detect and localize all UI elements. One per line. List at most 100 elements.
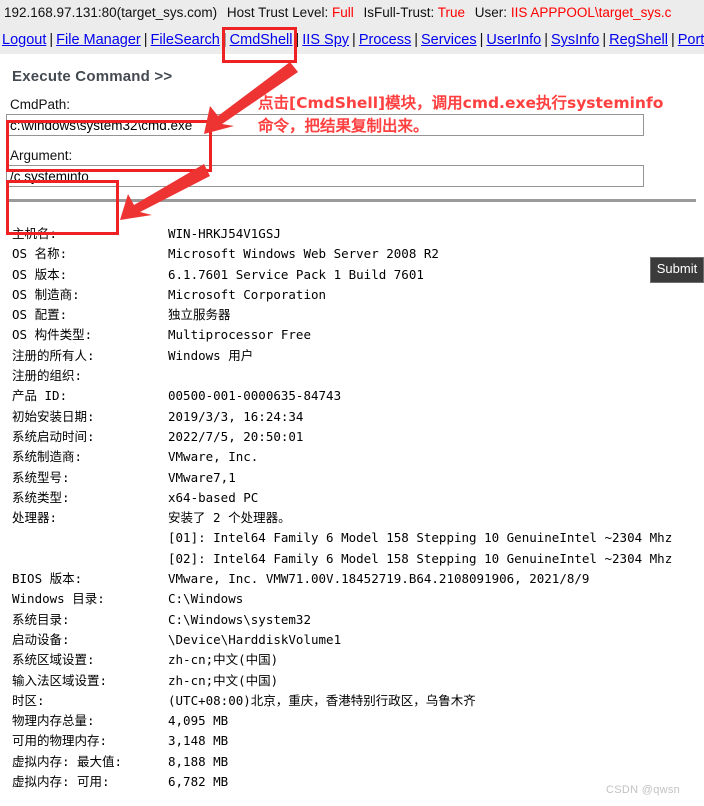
nav-link-cmdshell[interactable]: CmdShell	[230, 32, 293, 48]
status-user-label: User:	[474, 5, 508, 20]
status-user-value: IIS APPPOOL\target_sys.c	[510, 5, 672, 20]
status-trust-level-value: Full	[331, 5, 354, 20]
sysinfo-value: x64-based PC	[168, 489, 259, 505]
sysinfo-key: 系统型号:	[12, 469, 70, 485]
argument-label: Argument:	[10, 148, 73, 163]
page-title: Execute Command >>	[12, 68, 173, 85]
argument-input[interactable]	[6, 165, 644, 187]
nav-separator: |	[479, 32, 484, 48]
sysinfo-row: 主机名: WIN-HRKJ54V1GSJ	[12, 224, 704, 244]
sysinfo-value: VMware, Inc.	[168, 449, 259, 465]
sysinfo-row: 虚拟内存: 最大值: 8,188 MB	[12, 752, 704, 772]
sysinfo-value: C:\Windows	[168, 591, 244, 607]
status-host: 192.168.97.131:80(target_sys.com)	[4, 5, 218, 20]
sysinfo-value: Windows 用户	[168, 347, 254, 363]
sysinfo-value: 6.1.7601 Service Pack 1 Build 7601	[168, 266, 424, 282]
sysinfo-value: (UTC+08:00)北京，重庆，香港特别行政区，乌鲁木齐	[168, 692, 476, 708]
sysinfo-row: 系统区域设置: zh-cn;中文(中国)	[12, 650, 704, 670]
sysinfo-row: 系统目录: C:\Windows\system32	[12, 610, 704, 630]
sysinfo-row: 系统启动时间: 2022/7/5, 20:50:01	[12, 427, 704, 447]
sysinfo-key: 系统类型:	[12, 489, 70, 505]
sysinfo-value: 00500-001-0000635-84743	[168, 388, 342, 404]
nav-separator: |	[49, 32, 54, 48]
nav-link-services[interactable]: Services	[421, 32, 477, 48]
sysinfo-key: OS 名称:	[12, 246, 68, 262]
sysinfo-key: OS 版本:	[12, 266, 68, 282]
sysinfo-key: 可用的物理内存:	[12, 733, 108, 749]
nav-link-ports[interactable]: PortS	[678, 32, 704, 48]
nav-separator: |	[295, 32, 300, 48]
nav-link-regshell[interactable]: RegShell	[609, 32, 668, 48]
nav-link-sysinfo[interactable]: SysInfo	[551, 32, 599, 48]
nav-link-file-manager[interactable]: File Manager	[56, 32, 141, 48]
sysinfo-key: 系统目录:	[12, 611, 70, 627]
nav-separator: |	[602, 32, 607, 48]
sysinfo-row: 注册的所有人: Windows 用户	[12, 346, 704, 366]
sysinfo-row: BIOS 版本: VMware, Inc. VMW71.00V.18452719.…	[12, 569, 704, 589]
nav-link-process[interactable]: Process	[359, 32, 411, 48]
sysinfo-value: 6,782 MB	[168, 774, 229, 790]
sysinfo-key: 主机名:	[12, 226, 58, 241]
sysinfo-value: 3,148 MB	[168, 733, 229, 749]
sysinfo-row: 系统制造商: VMware, Inc.	[12, 447, 704, 467]
sysinfo-key: BIOS 版本:	[12, 571, 83, 587]
sysinfo-value: 4,095 MB	[168, 713, 229, 729]
cmdpath-field-row: CmdPath:	[6, 97, 704, 136]
main-navigation: Logout | File Manager | FileSearch | CmdShell |…	[0, 26, 704, 54]
sysinfo-key: 虚拟内存: 最大值:	[12, 753, 123, 769]
sysinfo-key: OS 配置:	[12, 307, 68, 323]
sysinfo-key: 启动设备:	[12, 631, 70, 647]
sysinfo-value: C:\Windows\system32	[168, 611, 311, 627]
sysinfo-key: 虚拟内存: 可用:	[12, 774, 110, 790]
sysinfo-value: \Device\HarddiskVolume1	[168, 631, 342, 647]
sysinfo-row: 虚拟内存: 可用: 6,782 MB	[12, 772, 704, 792]
sysinfo-key: 输入法区域设置:	[12, 672, 108, 688]
sysinfo-key: 系统制造商:	[12, 449, 83, 465]
sysinfo-value: WIN-HRKJ54V1GSJ	[168, 226, 281, 241]
sysinfo-row: 输入法区域设置: zh-cn;中文(中国)	[12, 671, 704, 691]
sysinfo-value: 2019/3/3, 16:24:34	[168, 408, 304, 424]
watermark: CSDN @qwsn	[606, 784, 681, 796]
nav-link-filesearch[interactable]: FileSearch	[151, 32, 220, 48]
sysinfo-row: 系统类型: x64-based PC	[12, 488, 704, 508]
cmdpath-label: CmdPath:	[10, 97, 71, 112]
sysinfo-value: 2022/7/5, 20:50:01	[168, 428, 304, 444]
systeminfo-output: 主机名: WIN-HRKJ54V1GSJ OS 名称: Microsoft Windo…	[0, 202, 704, 792]
sysinfo-row: OS 名称: Microsoft Windows Web Server 2008 …	[12, 244, 704, 264]
sysinfo-value: zh-cn;中文(中国)	[168, 652, 279, 668]
sysinfo-key: 产品 ID:	[12, 388, 68, 404]
sysinfo-row: 注册的组织:	[12, 366, 704, 386]
nav-separator: |	[143, 32, 148, 48]
sysinfo-row: 启动设备: \Device\HarddiskVolume1	[12, 630, 704, 650]
sysinfo-row: OS 制造商: Microsoft Corporation	[12, 285, 704, 305]
sysinfo-value: 安装了 2 个处理器。	[168, 510, 291, 526]
nav-link-userinfo[interactable]: UserInfo	[486, 32, 541, 48]
sysinfo-key: Windows 目录:	[12, 591, 105, 607]
sysinfo-value: [01]: Intel64 Family 6 Model 158 Steppin…	[168, 530, 673, 546]
sysinfo-row: OS 配置: 独立服务器	[12, 305, 704, 325]
sysinfo-row: 时区: (UTC+08:00)北京，重庆，香港特别行政区，乌鲁木齐	[12, 691, 704, 711]
sysinfo-value: VMware, Inc. VMW71.00V.18452719.B64.2108…	[168, 571, 590, 587]
sysinfo-row: 系统型号: VMware7,1	[12, 468, 704, 488]
sysinfo-row: OS 构件类型: Multiprocessor Free	[12, 325, 704, 345]
sysinfo-key: 处理器:	[12, 510, 58, 526]
sysinfo-value: VMware7,1	[168, 469, 236, 485]
sysinfo-row: 可用的物理内存: 3,148 MB	[12, 731, 704, 751]
nav-link-logout[interactable]: Logout	[2, 32, 46, 48]
cmdshell-panel: Execute Command >> CmdPath: Argument: Su…	[0, 54, 704, 793]
sysinfo-key: 系统启动时间:	[12, 428, 95, 444]
sysinfo-key: 注册的组织:	[12, 368, 83, 384]
sysinfo-key: 初始安装日期:	[12, 408, 95, 424]
argument-field-row: Argument:	[6, 148, 704, 187]
submit-button[interactable]: Submit	[650, 257, 704, 283]
status-isfulltrust-label: IsFull-Trust:	[363, 5, 435, 20]
status-isfulltrust-value: True	[437, 5, 466, 20]
sysinfo-key: 时区:	[12, 692, 45, 708]
status-trust-level-label: Host Trust Level:	[226, 5, 329, 20]
nav-link-iis-spy[interactable]: IIS Spy	[302, 32, 349, 48]
sysinfo-value: 独立服务器	[168, 307, 231, 323]
cmdpath-input[interactable]	[6, 114, 644, 136]
sysinfo-value: Microsoft Windows Web Server 2008 R2	[168, 246, 439, 262]
sysinfo-row: 产品 ID: 00500-001-0000635-84743	[12, 386, 704, 406]
sysinfo-row: 物理内存总量: 4,095 MB	[12, 711, 704, 731]
